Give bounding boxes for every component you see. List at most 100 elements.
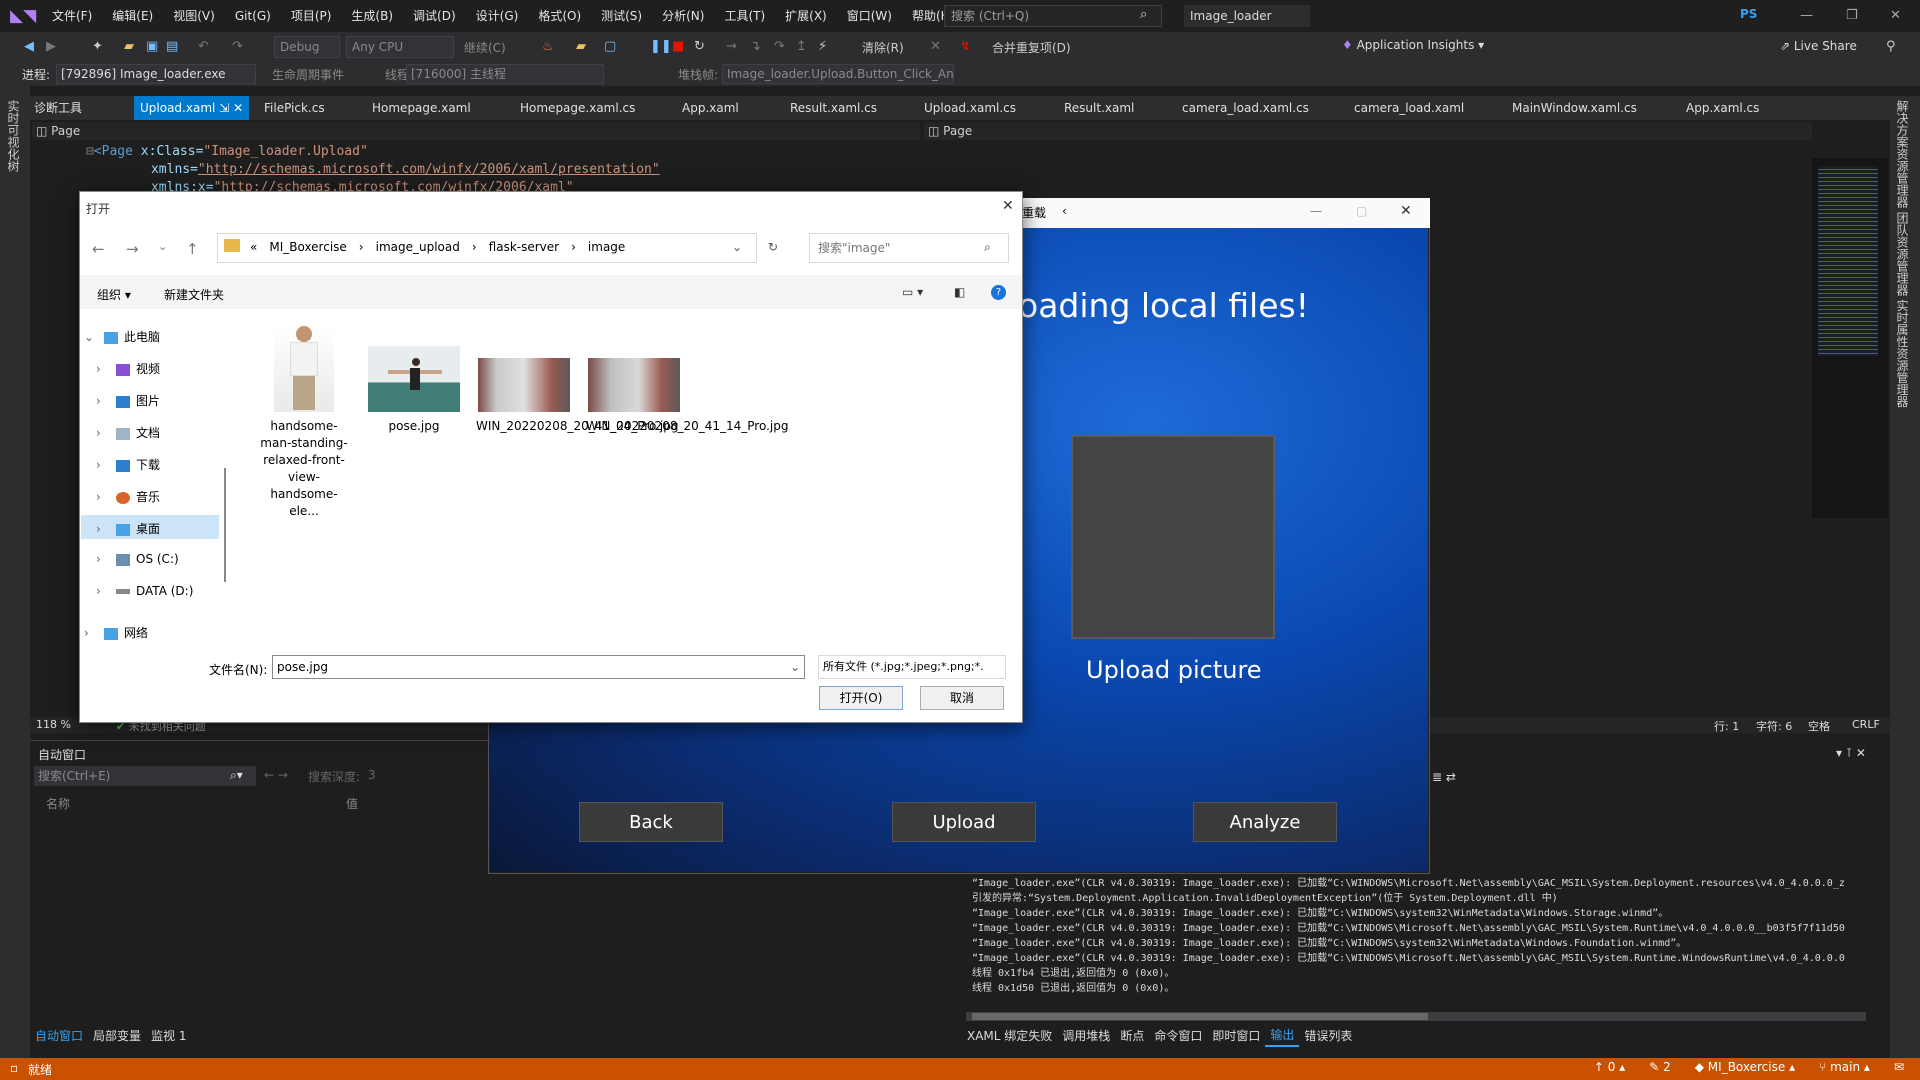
- tab-autos[interactable]: 自动窗口: [30, 1026, 88, 1046]
- search-depth-dropdown[interactable]: 3: [368, 768, 376, 782]
- tab-mainwindow-xaml-cs[interactable]: MainWindow.xaml.cs: [1506, 96, 1643, 120]
- save-all-icon[interactable]: ▤: [166, 39, 178, 54]
- thread-dropdown[interactable]: [716000] 主线程: [406, 64, 604, 84]
- step-over-icon[interactable]: ↷: [774, 39, 785, 54]
- filename-input[interactable]: pose.jpg: [272, 655, 805, 679]
- menu-window[interactable]: 窗口(W): [837, 0, 902, 32]
- application-insights-button[interactable]: ♦ Application Insights ▾: [1342, 38, 1484, 52]
- redo-icon[interactable]: ↷: [232, 39, 243, 54]
- tab-app-xaml-cs[interactable]: App.xaml.cs: [1680, 96, 1765, 120]
- tree-item-this-pc[interactable]: ⌄ 此电脑: [84, 328, 160, 345]
- tab-close-icon[interactable]: ✕: [233, 101, 243, 115]
- step-into-icon[interactable]: ↴: [750, 39, 761, 54]
- pause-icon[interactable]: ❚❚: [650, 39, 672, 54]
- menu-git[interactable]: Git(G): [225, 0, 281, 32]
- back-icon[interactable]: ←: [92, 240, 105, 258]
- tab-breakpoints[interactable]: 断点: [1115, 1026, 1149, 1046]
- tab-upload-xaml-cs[interactable]: Upload.xaml.cs: [918, 96, 1022, 120]
- new-folder-button[interactable]: 新建文件夹: [164, 286, 224, 303]
- view-options-icon[interactable]: ▭ ▾: [902, 285, 923, 299]
- search-back-icon[interactable]: ← →: [264, 768, 288, 782]
- changes-indicator[interactable]: ✎ 2: [1649, 1060, 1671, 1074]
- tab-output[interactable]: 输出: [1265, 1025, 1300, 1047]
- forward-icon[interactable]: ▶: [46, 39, 56, 54]
- app-minimize-icon[interactable]: —: [1310, 204, 1322, 218]
- filename-dropdown-icon[interactable]: ⌄: [790, 660, 800, 674]
- search-icon[interactable]: ⌕: [984, 240, 991, 255]
- preview-pane-icon[interactable]: ◧: [954, 285, 965, 299]
- breadcrumb-item[interactable]: image: [582, 240, 631, 254]
- minimize-icon[interactable]: —: [1800, 8, 1813, 23]
- tree-item-videos[interactable]: › 视频: [96, 360, 160, 377]
- app-close-icon[interactable]: ✕: [1400, 203, 1412, 219]
- menu-view[interactable]: 视图(V): [163, 0, 225, 32]
- new-project-icon[interactable]: ✦: [92, 39, 103, 54]
- tab-command-window[interactable]: 命令窗口: [1149, 1026, 1207, 1046]
- output-toolbar-icons[interactable]: ≣ ⇄: [1432, 770, 1456, 784]
- menu-debug[interactable]: 调试(D): [403, 0, 466, 32]
- search-icon[interactable]: ⌕: [1140, 7, 1147, 22]
- column-header-name[interactable]: 名称: [46, 795, 70, 812]
- breadcrumb-item[interactable]: image_upload: [370, 240, 466, 254]
- clear-button[interactable]: 清除(R): [862, 39, 904, 56]
- tab-camera-load-xaml[interactable]: camera_load.xaml: [1348, 96, 1470, 120]
- search-icon[interactable]: ⌕▾: [230, 768, 243, 783]
- tab-homepage-xaml-cs[interactable]: Homepage.xaml.cs: [514, 96, 641, 120]
- scrollbar-thumb[interactable]: [972, 1013, 1428, 1020]
- pin-icon[interactable]: ⇲: [219, 101, 229, 115]
- menu-design[interactable]: 设计(G): [466, 0, 529, 32]
- tab-app-xaml[interactable]: App.xaml: [676, 96, 745, 120]
- menu-tools[interactable]: 工具(T): [714, 0, 775, 32]
- tab-result-xaml-cs[interactable]: Result.xaml.cs: [784, 96, 883, 120]
- open-button[interactable]: 打开(O): [819, 686, 903, 710]
- ide-search-input[interactable]: 搜索 (Ctrl+Q): [944, 5, 1162, 27]
- visual-studio-logo-icon[interactable]: ◣◥: [10, 6, 36, 26]
- file-item[interactable]: WIN_20220208_20_41_14_Pro.jpg: [586, 358, 788, 435]
- stop-icon[interactable]: ■: [672, 39, 684, 54]
- menu-file[interactable]: 文件(F): [42, 0, 102, 32]
- undo-icon[interactable]: ↶: [198, 39, 209, 54]
- break-icon[interactable]: ↯: [960, 39, 971, 54]
- merge-duplicates-button[interactable]: 合并重复项(D): [992, 39, 1071, 56]
- tab-result-xaml[interactable]: Result.xaml: [1058, 96, 1140, 120]
- diagnostic-icon[interactable]: ⚡: [818, 39, 827, 54]
- menu-edit[interactable]: 编辑(E): [102, 0, 163, 32]
- step-icon[interactable]: →: [726, 39, 737, 54]
- restart-icon[interactable]: ↻: [694, 39, 705, 54]
- tab-diagnostic-tools[interactable]: 诊断工具: [34, 96, 82, 120]
- tree-item-documents[interactable]: › 文档: [96, 424, 160, 441]
- screenshot-icon[interactable]: ▢: [604, 39, 616, 54]
- tree-item-downloads[interactable]: › 下载: [96, 456, 160, 473]
- live-visual-tree-tab[interactable]: 实时可视化树: [6, 100, 22, 172]
- scope-dropdown-left[interactable]: ◫ Page: [32, 122, 920, 140]
- tab-immediate-window[interactable]: 即时窗口: [1207, 1026, 1265, 1046]
- browse-icon[interactable]: ▰: [576, 39, 586, 54]
- back-icon[interactable]: ◀: [24, 39, 34, 54]
- tab-error-list[interactable]: 错误列表: [1299, 1026, 1357, 1046]
- tab-watch-1[interactable]: 监视 1: [146, 1026, 191, 1046]
- upload-button[interactable]: Upload: [892, 802, 1036, 842]
- panel-options-icon[interactable]: ▾ ⊺ ✕: [1836, 746, 1866, 760]
- user-avatar[interactable]: PS: [1740, 7, 1757, 21]
- file-item[interactable]: pose.jpg: [366, 346, 462, 435]
- scope-dropdown-right[interactable]: ◫ Page: [924, 122, 1812, 140]
- menu-analyze[interactable]: 分析(N): [652, 0, 714, 32]
- recent-locations-icon[interactable]: ⌄: [158, 240, 167, 253]
- whitespace-indicator[interactable]: 空格: [1808, 718, 1830, 734]
- tree-item-pictures[interactable]: › 图片: [96, 392, 160, 409]
- notifications-icon[interactable]: ✉: [1894, 1060, 1904, 1074]
- step-out-icon[interactable]: ↥: [796, 39, 807, 54]
- forward-icon[interactable]: →: [126, 240, 139, 258]
- breadcrumb-overflow[interactable]: «: [244, 240, 263, 254]
- collapse-icon[interactable]: ‹: [1062, 204, 1067, 218]
- tab-locals[interactable]: 局部变量: [88, 1026, 146, 1046]
- tree-item-music[interactable]: › 音乐: [96, 488, 160, 505]
- errors-indicator[interactable]: ↑ 0 ▴: [1594, 1060, 1625, 1074]
- solution-explorer-tab[interactable]: 解决方案资源管理器 团队资源管理器 实时属性资源管理器: [1895, 100, 1911, 408]
- back-button[interactable]: Back: [579, 802, 723, 842]
- refresh-icon[interactable]: ↻: [768, 240, 778, 254]
- platform-dropdown[interactable]: Any CPU: [346, 36, 454, 58]
- tab-upload-xaml[interactable]: Upload.xaml ⇲ ✕: [134, 96, 250, 120]
- tree-item-network[interactable]: › 网络: [84, 624, 148, 641]
- clear-close-icon[interactable]: ✕: [930, 39, 941, 54]
